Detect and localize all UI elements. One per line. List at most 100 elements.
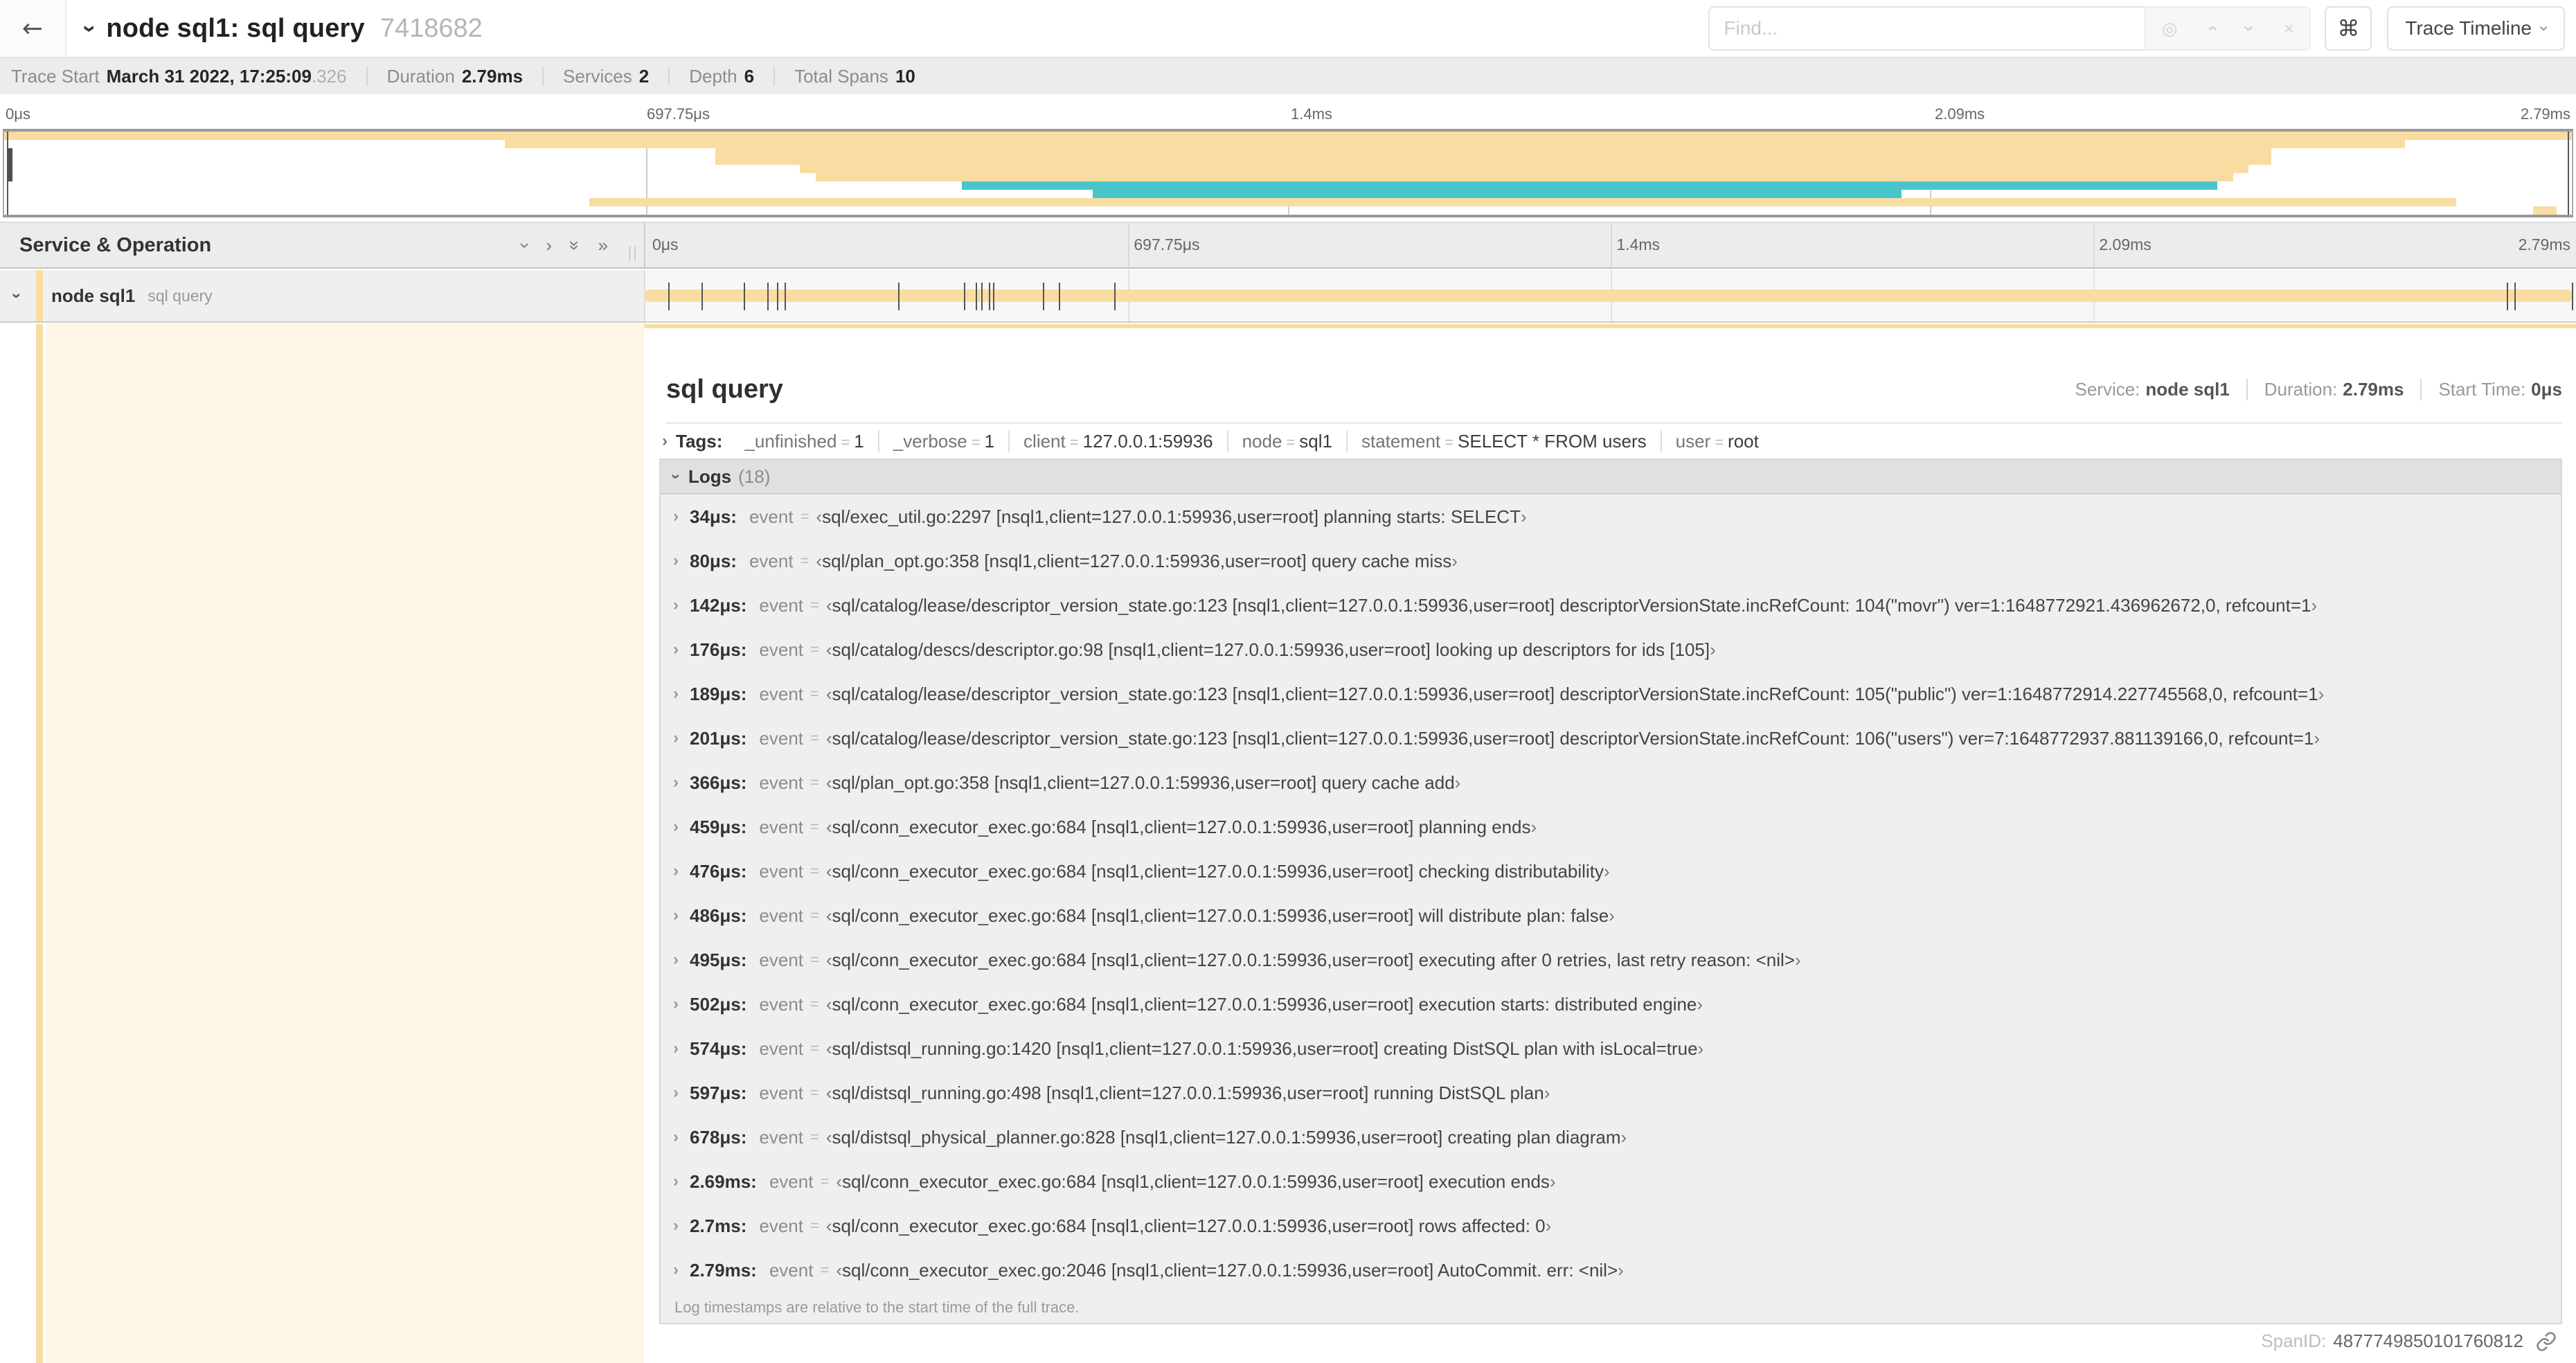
logs-collapse-icon[interactable]: › [666,474,686,479]
back-button[interactable]: ← [0,0,66,57]
log-entry[interactable]: › 476μs: event = sql/conn_executor_exec.… [661,849,2561,893]
log-expand-icon[interactable]: › [673,862,679,881]
span-id-label: SpanID: [2261,1330,2327,1351]
keyboard-shortcuts-button[interactable]: ⌘ [2325,6,2372,51]
log-entry[interactable]: › 574μs: event = sql/distsql_running.go:… [661,1026,2561,1071]
tags-row[interactable]: › Tags: _unfinished = 1 _verbose = 1 client =… [659,424,2562,458]
trace-view-selector[interactable]: Trace Timeline › [2387,6,2565,51]
log-entry[interactable]: › 34μs: event = sql/exec_util.go:2297 [n… [661,495,2561,539]
viewport-left-grip[interactable] [7,148,12,181]
log-key: event [759,860,804,882]
span-color-strip [36,270,43,321]
log-entry[interactable]: › 502μs: event = sql/conn_executor_exec.… [661,982,2561,1026]
log-key: event [759,816,804,837]
log-expand-icon[interactable]: › [673,640,679,659]
log-entry[interactable]: › 459μs: event = sql/conn_executor_exec.… [661,805,2561,849]
log-entry[interactable]: › 495μs: event = sql/conn_executor_exec.… [661,938,2561,982]
span-row-name-cell[interactable]: › node sql1 sql query [0,270,644,321]
collapse-all-icon[interactable]: » [564,240,586,250]
log-entry[interactable]: › 2.69ms: event = sql/conn_executor_exec… [661,1159,2561,1204]
log-entry[interactable]: › 176μs: event = sql/catalog/descs/descr… [661,627,2561,672]
span-indent-guide[interactable] [46,324,644,1363]
logs-header[interactable]: › Logs (18) [661,460,2561,495]
tags-expand-icon[interactable]: › [662,431,668,451]
log-value: sql/conn_executor_exec.go:2046 [nsql1,cl… [836,1260,1624,1281]
link-icon[interactable] [2536,1331,2557,1352]
log-value: sql/distsql_running.go:1420 [nsql1,clien… [826,1038,1703,1060]
log-entry[interactable]: › 2.79ms: event = sql/conn_executor_exec… [661,1248,2561,1292]
span-row[interactable]: › node sql1 sql query [0,270,2576,323]
minimap-canvas[interactable] [3,129,2573,217]
log-expand-icon[interactable]: › [673,1216,679,1236]
log-value: sql/conn_executor_exec.go:684 [nsql1,cli… [836,1171,1555,1193]
log-expand-icon[interactable]: › [673,1083,679,1103]
find-input[interactable] [1708,6,2145,51]
log-entry[interactable]: › 189μs: event = sql/catalog/lease/descr… [661,672,2561,716]
log-timestamp: 34μs: [690,506,737,527]
viewport-right-handle[interactable] [2568,132,2569,215]
summary-total-spans: Total Spans 10 [773,66,935,86]
viewport-left-handle[interactable] [7,132,12,215]
log-expand-icon[interactable]: › [673,906,679,925]
log-key: event [769,1170,814,1192]
ruler-tick: 2.09ms [2099,235,2152,253]
log-value: sql/catalog/lease/descriptor_version_sta… [826,728,2320,749]
ruler-tick: 1.4ms [1616,235,1660,253]
log-entry[interactable]: › 678μs: event = sql/distsql_physical_pl… [661,1115,2561,1159]
log-value: sql/conn_executor_exec.go:684 [nsql1,cli… [826,817,1537,838]
log-key: event [759,1215,803,1236]
log-key: event [759,993,804,1015]
log-expand-icon[interactable]: › [673,1128,679,1147]
log-expand-icon[interactable]: › [673,1260,679,1280]
log-timestamp: 189μs: [690,683,747,704]
log-entry[interactable]: › 142μs: event = sql/catalog/lease/descr… [661,583,2561,627]
expand-one-icon[interactable]: › [546,235,552,256]
expand-all-icon[interactable]: » [598,235,609,256]
span-color-strip [36,324,43,1363]
ruler-tick: 2.79ms [2518,235,2570,253]
clear-search-icon[interactable]: × [2284,18,2294,39]
log-expand-icon[interactable]: › [673,995,679,1014]
tag-item: _unfinished = 1 [744,430,864,452]
prev-match-icon[interactable]: › [2201,25,2223,31]
ruler-gridline [2093,223,2095,267]
span-collapse-icon[interactable]: › [7,293,26,299]
log-entry[interactable]: › 201μs: event = sql/catalog/lease/descr… [661,716,2561,760]
log-timestamp: 2.79ms: [690,1259,757,1281]
log-expand-icon[interactable]: › [673,1172,679,1191]
logs-list: › 34μs: event = sql/exec_util.go:2297 [n… [661,495,2561,1292]
collapse-one-icon[interactable]: › [515,242,536,249]
log-expand-icon[interactable]: › [673,729,679,748]
log-entry[interactable]: › 2.7ms: event = sql/conn_executor_exec.… [661,1204,2561,1248]
trace-view-selector-label: Trace Timeline [2405,17,2532,39]
span-row-timeline-cell[interactable] [644,270,2576,321]
trace-collapse-icon[interactable]: › [76,24,103,32]
log-entry[interactable]: › 486μs: event = sql/conn_executor_exec.… [661,893,2561,938]
log-value: sql/catalog/descs/descriptor.go:98 [nsql… [826,639,1716,661]
locate-match-icon[interactable]: ◎ [2162,18,2178,39]
log-expand-icon[interactable]: › [673,684,679,704]
span-duration-bar[interactable] [645,289,2572,302]
log-timestamp: 80μs: [690,550,737,571]
log-value: sql/exec_util.go:2297 [nsql1,client=127.… [816,506,1526,528]
logs-count: (18) [738,465,771,487]
ruler-tick: 0μs [652,235,679,253]
log-entry[interactable]: › 597μs: event = sql/distsql_running.go:… [661,1071,2561,1115]
log-expand-icon[interactable]: › [673,773,679,792]
log-timestamp: 495μs: [690,949,747,970]
log-entry[interactable]: › 366μs: event = sql/plan_opt.go:358 [ns… [661,760,2561,805]
log-entry[interactable]: › 80μs: event = sql/plan_opt.go:358 [nsq… [661,539,2561,583]
trace-minimap[interactable]: 0μs 697.75μs 1.4ms 2.09ms 2.79ms [0,94,2576,222]
next-match-icon[interactable]: › [2238,25,2260,31]
ruler-tick: 697.75μs [1134,235,1200,253]
column-resizer[interactable]: || [628,244,638,262]
log-expand-icon[interactable]: › [673,507,679,526]
log-expand-icon[interactable]: › [673,1039,679,1058]
log-expand-icon[interactable]: › [673,596,679,615]
log-expand-icon[interactable]: › [673,950,679,970]
find-addon: ◎ › › × [2145,6,2311,51]
timeline-header: Service & Operation › › » » || 0μs 697.7… [0,222,2576,269]
log-expand-icon[interactable]: › [673,551,679,571]
log-expand-icon[interactable]: › [673,817,679,837]
column-header-service-operation: Service & Operation [19,233,212,256]
